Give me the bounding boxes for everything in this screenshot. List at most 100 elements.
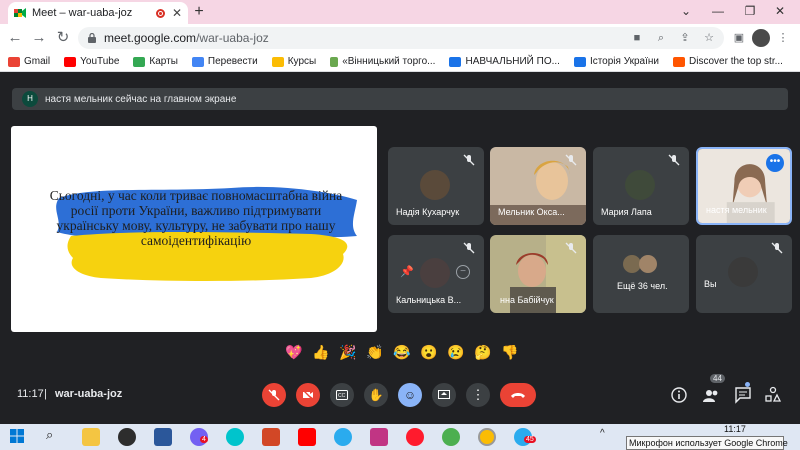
meeting-time: 11:17 bbox=[17, 388, 44, 400]
reload-icon[interactable]: ↻ bbox=[54, 29, 72, 47]
chrome-icon[interactable] bbox=[442, 428, 460, 446]
chrome-active-icon[interactable] bbox=[478, 428, 496, 446]
participant-tile[interactable]: Надія Кухарчук bbox=[388, 147, 484, 225]
reaction-thumbs-up[interactable]: 👍 bbox=[311, 344, 331, 366]
bookmark-gmail[interactable]: Gmail bbox=[8, 56, 50, 67]
avatar bbox=[639, 255, 657, 273]
mic-off-icon bbox=[463, 242, 475, 254]
file-explorer-icon[interactable] bbox=[82, 428, 100, 446]
reaction-clap[interactable]: 👏 bbox=[365, 344, 385, 366]
presentation-screen[interactable]: Сьогодні, у час коли триває повномасштаб… bbox=[11, 126, 377, 332]
camera-icon[interactable]: ■ bbox=[630, 31, 644, 45]
zoom-icon[interactable]: ⌕ bbox=[654, 31, 668, 45]
chat-icon[interactable] bbox=[734, 386, 752, 404]
captions-button[interactable]: CC bbox=[330, 383, 354, 407]
reaction-thinking[interactable]: 🤔 bbox=[473, 344, 493, 366]
camera-toggle-button[interactable] bbox=[296, 383, 320, 407]
bookmark-history[interactable]: Історія України bbox=[573, 56, 659, 67]
more-participants-tile[interactable]: Ещё 36 чел. bbox=[593, 235, 689, 313]
star-icon[interactable]: ☆ bbox=[702, 31, 716, 45]
chevron-down-icon[interactable]: ⌄ bbox=[676, 3, 696, 19]
forward-icon[interactable]: → bbox=[30, 29, 48, 47]
address-bar[interactable]: meet.google.com/war-uaba-joz bbox=[78, 27, 724, 49]
reaction-thumbs-down[interactable]: 👎 bbox=[500, 344, 520, 366]
info-icon[interactable] bbox=[670, 386, 688, 404]
bookmark-vinnytsia[interactable]: «Вінницький торго... bbox=[330, 56, 435, 67]
bookmark-translate[interactable]: Перевести bbox=[191, 56, 258, 67]
reaction-sad[interactable]: 😢 bbox=[446, 344, 466, 366]
bookmark-maps[interactable]: Карты bbox=[133, 56, 178, 67]
participant-tile-active[interactable]: ••• настя мельник bbox=[696, 147, 792, 225]
mic-off-icon bbox=[565, 242, 577, 254]
more-options-button[interactable]: ⋮ bbox=[466, 383, 490, 407]
opera-icon[interactable] bbox=[406, 428, 424, 446]
participant-name: Надія Кухарчук bbox=[396, 207, 460, 217]
close-tab-icon[interactable]: ✕ bbox=[172, 6, 182, 20]
word-icon[interactable] bbox=[154, 428, 172, 446]
sidebar-icon[interactable]: ▣ bbox=[732, 31, 746, 45]
minimize-icon[interactable]: — bbox=[708, 3, 728, 19]
reaction-laugh[interactable]: 😂 bbox=[392, 344, 412, 366]
bookmark-courses[interactable]: Курсы bbox=[271, 56, 316, 67]
profile-avatar[interactable] bbox=[752, 29, 770, 47]
pin-icon[interactable]: 📌 bbox=[400, 265, 414, 278]
participant-tile[interactable]: 📌 − Кальницька В... bbox=[388, 235, 484, 313]
viber-badge: 4 bbox=[200, 436, 208, 443]
gmail-icon bbox=[8, 56, 20, 67]
bookmark-youtube[interactable]: YouTube bbox=[64, 56, 119, 67]
participant-count-badge: 44 bbox=[710, 374, 725, 383]
mic-toggle-button[interactable] bbox=[262, 383, 286, 407]
participant-name: настя мельник bbox=[706, 205, 767, 215]
activities-icon[interactable] bbox=[764, 386, 782, 404]
raise-hand-button[interactable]: ✋ bbox=[364, 383, 388, 407]
courses-icon bbox=[271, 56, 284, 67]
participant-tile[interactable]: Мария Лапа bbox=[593, 147, 689, 225]
telegram-badge: 45 bbox=[524, 436, 536, 443]
bookmark-navchalnyi[interactable]: НАВЧАЛЬНИЙ ПО... bbox=[449, 56, 560, 67]
google-meet-icon bbox=[14, 8, 26, 18]
powerpoint-icon[interactable] bbox=[262, 428, 280, 446]
menu-icon[interactable]: ⋮ bbox=[776, 31, 790, 45]
tab-title: Meet – war-uaba-joz bbox=[32, 7, 133, 19]
share-icon[interactable]: ⇪ bbox=[678, 31, 692, 45]
reactions-button[interactable]: ☺ bbox=[398, 383, 422, 407]
instagram-icon[interactable] bbox=[370, 428, 388, 446]
svg-text:CC: CC bbox=[338, 393, 346, 399]
captions-icon: CC bbox=[336, 390, 348, 400]
reaction-party[interactable]: 🎉 bbox=[338, 344, 358, 366]
present-button[interactable] bbox=[432, 383, 456, 407]
college-icon bbox=[330, 56, 339, 67]
leave-call-button[interactable] bbox=[500, 383, 536, 407]
participant-tile[interactable]: Мельник Окса... bbox=[490, 147, 586, 225]
canva-icon[interactable] bbox=[226, 428, 244, 446]
participant-tile[interactable]: нна Бабійчук bbox=[490, 235, 586, 313]
more-participants-label: Ещё 36 чел. bbox=[617, 281, 668, 291]
remove-icon[interactable]: − bbox=[456, 265, 470, 279]
self-tile[interactable]: Вы bbox=[696, 235, 792, 313]
new-tab-button[interactable]: + bbox=[190, 3, 208, 21]
close-window-icon[interactable]: ✕ bbox=[770, 3, 790, 19]
people-icon[interactable] bbox=[702, 386, 720, 404]
reaction-heart[interactable]: 💖 bbox=[284, 344, 304, 366]
url-path: /war-uaba-joz bbox=[196, 31, 269, 45]
participant-name: Мария Лапа bbox=[601, 207, 652, 217]
restore-icon[interactable]: ❐ bbox=[740, 3, 760, 19]
youtube-icon[interactable] bbox=[298, 428, 316, 446]
search-icon[interactable]: ⌕ bbox=[46, 427, 53, 443]
more-options-icon[interactable]: ••• bbox=[766, 154, 784, 172]
browser-toolbar: ← → ↻ meet.google.com/war-uaba-joz ■ ⌕ ⇪… bbox=[0, 24, 800, 52]
maps-icon bbox=[133, 56, 146, 67]
back-icon[interactable]: ← bbox=[6, 29, 24, 47]
taskbar-clock: 11:17 bbox=[724, 424, 746, 434]
page-icon bbox=[449, 56, 462, 67]
avatar bbox=[420, 258, 450, 288]
browser-tab[interactable]: Meet – war-uaba-joz ✕ bbox=[8, 2, 188, 24]
app-icon[interactable] bbox=[118, 428, 136, 446]
windows-start-icon[interactable] bbox=[10, 429, 24, 443]
tray-chevron-icon[interactable]: ^ bbox=[600, 428, 605, 439]
bookmark-soundcloud[interactable]: Discover the top str... bbox=[673, 56, 783, 67]
telegram-icon[interactable] bbox=[334, 428, 352, 446]
translate-icon bbox=[191, 56, 204, 67]
reaction-surprised[interactable]: 😮 bbox=[419, 344, 439, 366]
mic-off-icon bbox=[565, 154, 577, 166]
